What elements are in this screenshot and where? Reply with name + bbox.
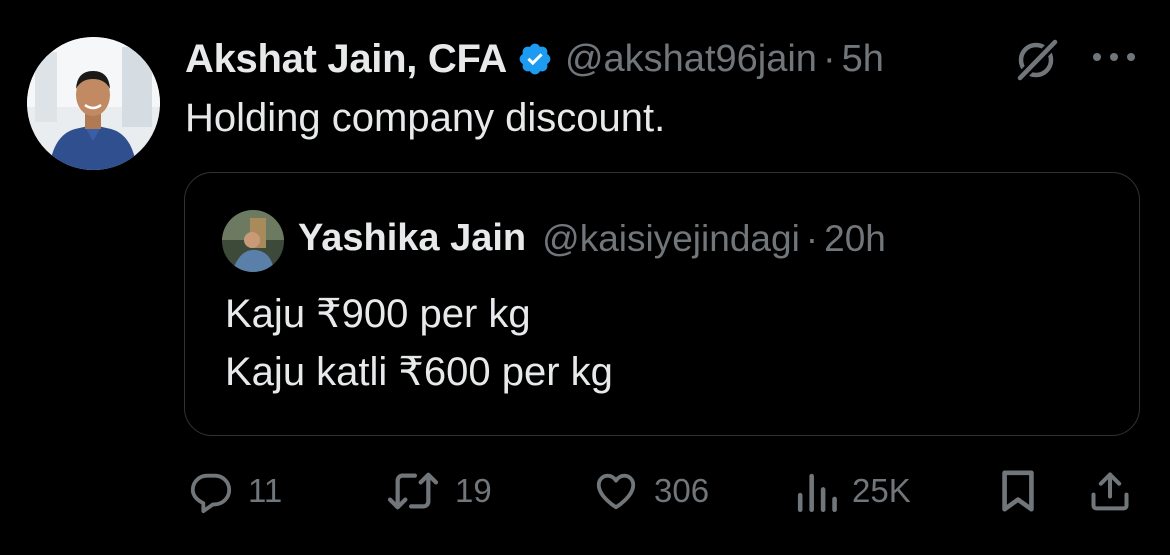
quoted-text-line: Kaju katli ₹600 per kg (225, 350, 613, 394)
tweet-header: Akshat Jain, CFA @akshat96jain · 5h (185, 34, 884, 84)
quoted-author-handle[interactable]: @kaisiyejindagi (542, 218, 800, 260)
quoted-text-line: Kaju ₹900 per kg (225, 292, 531, 336)
bookmark-button[interactable] (998, 463, 1038, 519)
bookmark-icon (1002, 470, 1034, 512)
author-photo (27, 37, 160, 170)
repost-icon (387, 472, 439, 510)
share-icon (1091, 472, 1129, 511)
tweet-text: Holding company discount. (185, 96, 666, 140)
quoted-tweet[interactable]: Yashika Jain @kaisiyejindagi · 20h Kaju … (184, 172, 1140, 436)
like-count: 306 (654, 472, 710, 509)
quoted-time[interactable]: 20h (824, 218, 886, 260)
reply-icon (190, 473, 232, 514)
quoted-author-avatar[interactable] (222, 210, 284, 272)
quoted-author-name[interactable]: Yashika Jain (298, 217, 526, 260)
quoted-author-photo (222, 210, 284, 272)
more-icon[interactable] (1090, 50, 1138, 64)
verified-badge-icon[interactable] (517, 41, 553, 77)
grok-icon[interactable] (1014, 38, 1060, 82)
views-button[interactable]: 25K (796, 463, 911, 519)
views-count: 25K (852, 472, 911, 509)
author-avatar[interactable] (27, 37, 160, 170)
like-button[interactable]: 306 (592, 463, 709, 519)
author-name[interactable]: Akshat Jain, CFA (185, 37, 507, 82)
repost-button[interactable]: 19 (385, 463, 492, 519)
action-bar: 11 19 306 25K (0, 463, 1170, 519)
separator: · (822, 37, 836, 80)
reply-button[interactable]: 11 (188, 463, 282, 519)
heart-icon (596, 473, 636, 510)
quoted-header: Yashika Jain @kaisiyejindagi · 20h (298, 217, 886, 260)
reply-count: 11 (248, 472, 283, 509)
separator: · (805, 217, 819, 259)
views-icon (797, 473, 837, 512)
repost-count: 19 (455, 472, 492, 509)
author-handle[interactable]: @akshat96jain (565, 38, 817, 81)
share-button[interactable] (1088, 463, 1132, 519)
tweet-time[interactable]: 5h (842, 38, 884, 81)
